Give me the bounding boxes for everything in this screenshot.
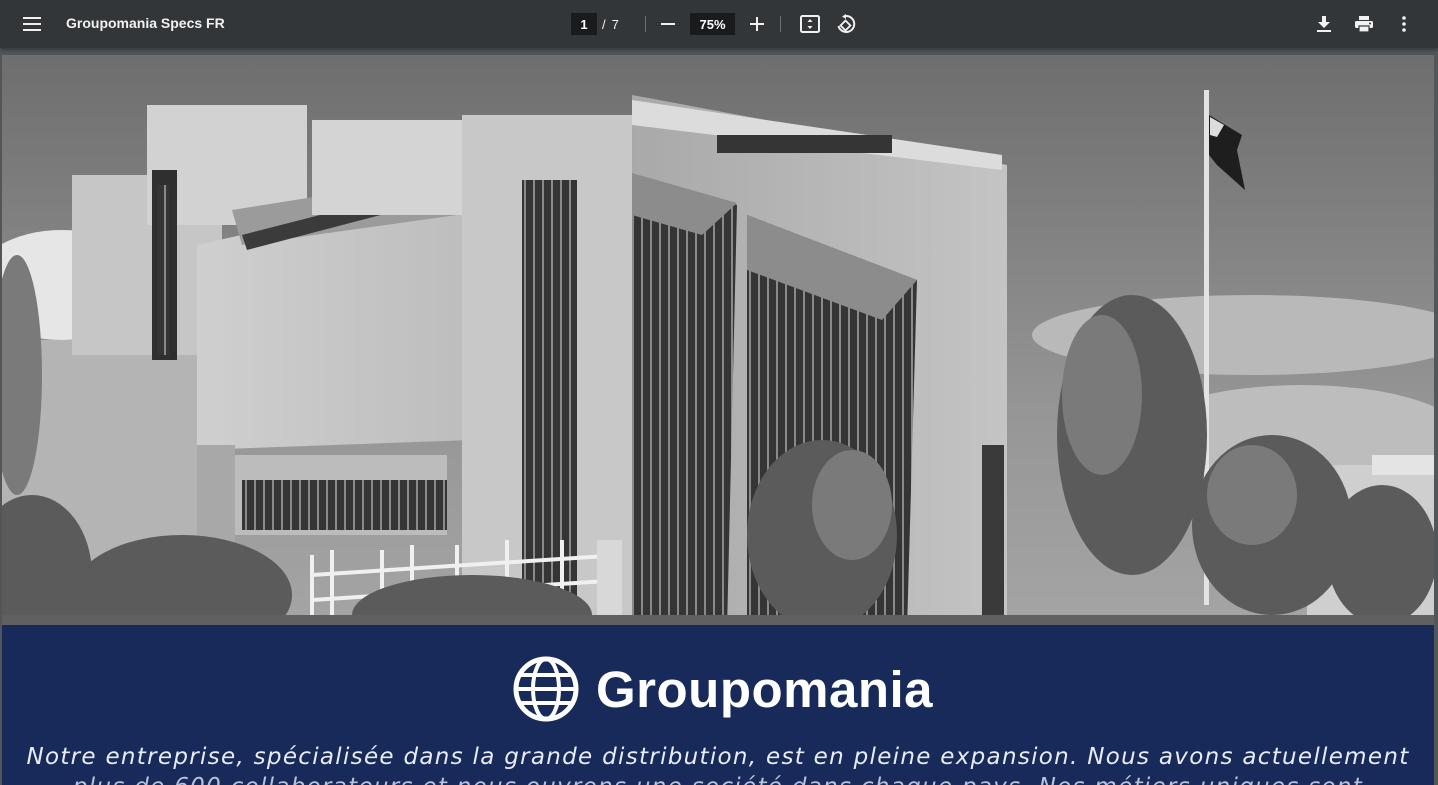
zoom-in-button[interactable] (741, 8, 773, 40)
toolbar-divider (780, 16, 781, 32)
fit-page-icon (800, 15, 820, 33)
document-title: Groupomania Specs FR (66, 15, 225, 31)
more-actions-button[interactable] (1388, 8, 1420, 40)
page-navigator: / 7 (571, 13, 619, 35)
toolbar-divider (645, 16, 646, 32)
page-number-input[interactable] (571, 13, 597, 35)
plus-icon (750, 17, 764, 31)
menu-button[interactable] (16, 8, 48, 40)
more-vertical-icon (1402, 16, 1406, 32)
zoom-input[interactable] (690, 13, 735, 35)
pdf-page: Groupomania Notre entreprise, spécialisé… (2, 55, 1434, 785)
intro-text-line-2: plus de 600 collaborateurs et nous ouvro… (2, 772, 1434, 785)
menu-icon (23, 17, 41, 31)
download-icon (1317, 16, 1331, 32)
download-button[interactable] (1308, 8, 1340, 40)
fit-page-button[interactable] (794, 8, 826, 40)
print-icon (1355, 16, 1373, 32)
page-separator: / (602, 16, 606, 32)
brand-name: Groupomania (596, 660, 934, 718)
intro-text-line-1: Notre entreprise, spécialisée dans la gr… (26, 744, 1410, 770)
total-pages: 7 (611, 16, 619, 32)
globe-icon (513, 656, 579, 722)
rotate-icon (837, 14, 856, 33)
zoom-out-button[interactable] (652, 8, 684, 40)
minus-icon (661, 23, 675, 25)
document-viewer[interactable]: Groupomania Notre entreprise, spécialisé… (0, 48, 1438, 785)
brand-logo: Groupomania (512, 655, 933, 723)
pdf-toolbar: Groupomania Specs FR / 7 (0, 0, 1438, 48)
print-button[interactable] (1348, 8, 1380, 40)
rotate-button[interactable] (830, 8, 862, 40)
